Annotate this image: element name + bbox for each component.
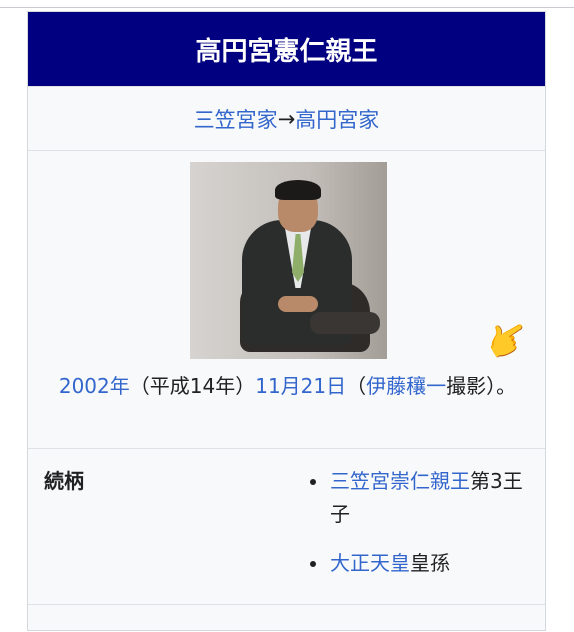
bullet-icon xyxy=(310,479,316,485)
list-item: 大正天皇皇孫 xyxy=(310,547,535,580)
infobox-title: 高円宮憲仁親王 xyxy=(28,12,545,86)
portrait-photo[interactable] xyxy=(190,162,387,359)
father-link[interactable]: 三笠宮崇仁親王 xyxy=(330,469,470,493)
house-arrow: → xyxy=(277,106,296,131)
infobox: 高円宮憲仁親王 三笠宮家 → 高円宮家 👉 2002年（平成14年）11月21日… xyxy=(27,11,546,631)
photo-caption: 2002年（平成14年）11月21日（伊藤穰一撮影）。 xyxy=(46,369,529,404)
house-from-link[interactable]: 三笠宮家 xyxy=(194,104,278,134)
relation-text: 皇孫 xyxy=(410,551,450,575)
open-paren: （ xyxy=(346,374,367,398)
photo-row: 👉 2002年（平成14年）11月21日（伊藤穰一撮影）。 xyxy=(28,150,545,448)
bullet-icon xyxy=(310,561,316,567)
grandfather-link[interactable]: 大正天皇 xyxy=(330,551,410,575)
relation-label: 続柄 xyxy=(44,469,84,493)
year-link[interactable]: 2002年 xyxy=(59,374,130,398)
list-item: 三笠宮崇仁親王第3王子 xyxy=(310,465,535,531)
era-text: （平成14年） xyxy=(129,374,256,398)
house-row: 三笠宮家 → 高円宮家 xyxy=(28,86,545,150)
pointing-hand-icon: 👉 xyxy=(478,311,538,370)
top-divider xyxy=(0,0,574,8)
house-to-link[interactable]: 高円宮家 xyxy=(295,104,379,134)
date-link[interactable]: 11月21日 xyxy=(255,374,346,398)
photographer-link[interactable]: 伊藤穰一 xyxy=(366,374,446,398)
caption-tail: 撮影）。 xyxy=(446,374,517,398)
relation-list: 三笠宮崇仁親王第3王子 大正天皇皇孫 xyxy=(310,465,535,596)
next-row xyxy=(28,604,545,632)
